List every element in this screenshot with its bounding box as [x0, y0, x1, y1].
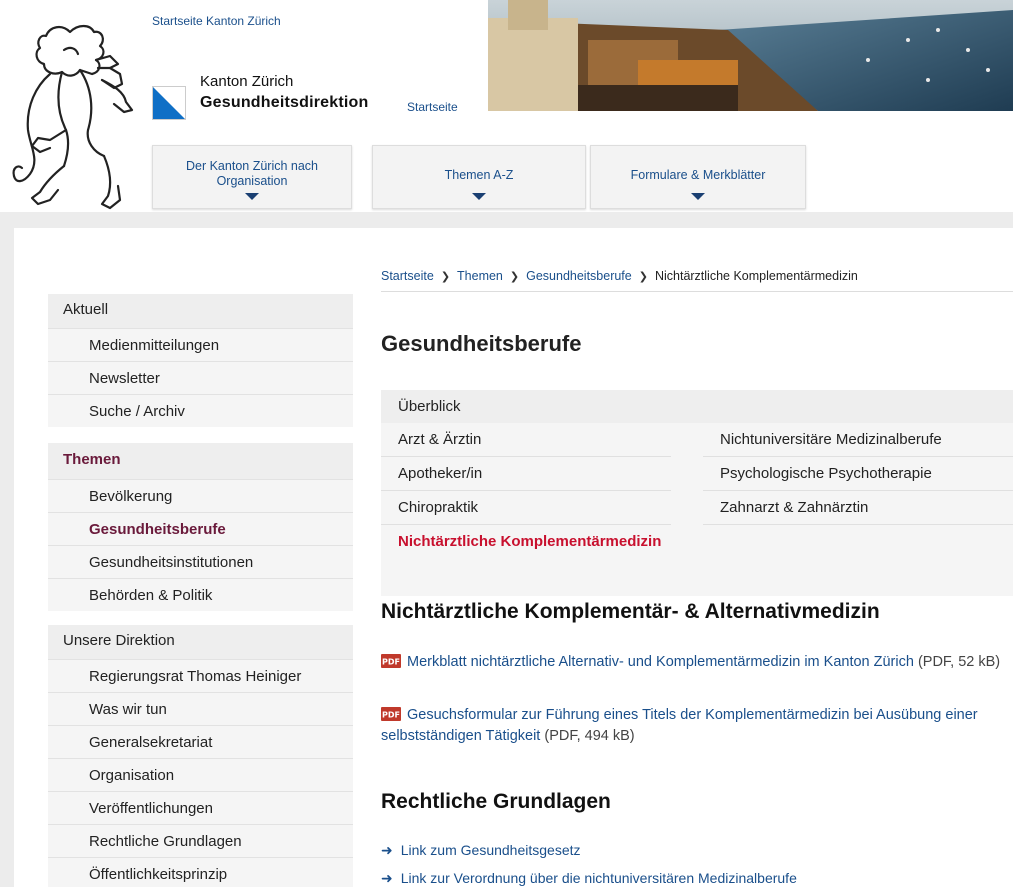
document-link-merkblatt: PDF Merkblatt nichtärztliche Alternativ-…	[381, 652, 1006, 673]
topnav-organisation-label: Der Kanton Zürich nach Organisation	[185, 159, 318, 188]
subnav-item-komplementaermedizin[interactable]: Nichtärztliche Komplementärmedizin	[381, 525, 671, 559]
link-gesundheitsgesetz[interactable]: ➜ Link zum Gesundheitsgesetz	[381, 842, 581, 859]
subnav-ueberblick[interactable]: Überblick	[381, 390, 1013, 423]
sidebar-group-themen: Themen Bevölkerung Gesundheitsberufe Ges…	[48, 443, 353, 611]
triangle-down-icon	[691, 193, 705, 200]
document-link-merkblatt-text[interactable]: Merkblatt nichtärztliche Alternativ- und…	[407, 654, 914, 670]
sidebar-item-medienmitteilungen[interactable]: Medienmitteilungen	[48, 328, 353, 361]
sidebar-head-aktuell[interactable]: Aktuell	[48, 294, 353, 328]
breadcrumb-chevron-icon: ❯	[440, 271, 451, 283]
breadcrumb-chevron-icon: ❯	[638, 271, 648, 283]
triangle-down-icon	[472, 193, 486, 200]
header-banner-image	[488, 0, 1013, 111]
sidebar-item-organisation[interactable]: Organisation	[48, 758, 353, 791]
sidebar-item-generalsekretariat[interactable]: Generalsekretariat	[48, 725, 353, 758]
home-link-kanton[interactable]: Startseite Kanton Zürich	[152, 14, 281, 28]
sidebar-item-behoerden-politik[interactable]: Behörden & Politik	[48, 578, 353, 611]
document-link-gesuchsformular-text[interactable]: Gesuchsformular zur Führung eines Titels…	[381, 707, 978, 744]
breadcrumb-current: Nichtärztliche Komplementärmedizin	[654, 269, 858, 283]
subnav-item-zahnarzt[interactable]: Zahnarzt & Zahnärztin	[703, 491, 1013, 525]
breadcrumb-themen[interactable]: Themen	[457, 269, 503, 283]
topnav-themen-label: Themen A-Z	[444, 168, 514, 182]
sidebar-group-aktuell: Aktuell Medienmitteilungen Newsletter Su…	[48, 294, 353, 427]
sidebar-item-bevoelkerung[interactable]: Bevölkerung	[48, 479, 353, 512]
subnav: Überblick Arzt & Ärztin Apotheker/in Chi…	[381, 390, 1013, 596]
breadcrumb-gesundheitsberufe[interactable]: Gesundheitsberufe	[526, 269, 632, 283]
topnav-organisation[interactable]: Der Kanton Zürich nach Organisation	[152, 145, 352, 209]
arrow-right-icon: ➜	[381, 870, 393, 886]
arrow-right-icon: ➜	[381, 842, 393, 858]
topnav-formulare-label: Formulare & Merkblätter	[630, 168, 766, 182]
content-frame-left	[0, 212, 14, 887]
sidebar-item-rechtliche-grundlagen[interactable]: Rechtliche Grundlagen	[48, 824, 353, 857]
triangle-down-icon	[245, 193, 259, 200]
sidebar-group-direktion: Unsere Direktion Regierungsrat Thomas He…	[48, 625, 353, 887]
subnav-item-arzt[interactable]: Arzt & Ärztin	[381, 423, 671, 457]
content-frame-top	[0, 212, 1013, 228]
section-title-komplementaermedizin: Nichtärztliche Komplementär- & Alternati…	[381, 600, 880, 623]
subnav-item-apotheker[interactable]: Apotheker/in	[381, 457, 671, 491]
svg-text:PDF: PDF	[382, 711, 400, 720]
subnav-item-nichtuniversitaere[interactable]: Nichtuniversitäre Medizinalberufe	[703, 423, 1013, 457]
subnav-body: Arzt & Ärztin Apotheker/in Chiropraktik …	[381, 423, 1013, 596]
topnav-themen[interactable]: Themen A-Z	[372, 145, 586, 209]
sidebar-item-was-wir-tun[interactable]: Was wir tun	[48, 692, 353, 725]
directorate-name: Gesundheitsdirektion	[200, 94, 369, 111]
subnav-column-1: Arzt & Ärztin Apotheker/in Chiropraktik …	[381, 423, 671, 559]
zurich-flag-icon	[152, 86, 186, 120]
sidebar-item-newsletter[interactable]: Newsletter	[48, 361, 353, 394]
page-title: Gesundheitsberufe	[381, 331, 582, 356]
pdf-icon: PDF	[381, 654, 401, 668]
sidebar-head-themen[interactable]: Themen	[48, 443, 353, 479]
sidebar-head-direktion[interactable]: Unsere Direktion	[48, 625, 353, 659]
document-meta: (PDF, 494 kB)	[544, 728, 635, 744]
sidebar-item-gesundheitsinstitutionen[interactable]: Gesundheitsinstitutionen	[48, 545, 353, 578]
topnav-formulare[interactable]: Formulare & Merkblätter	[590, 145, 806, 209]
svg-text:PDF: PDF	[382, 658, 400, 667]
zurich-lion-logo[interactable]	[10, 14, 138, 214]
pdf-icon: PDF	[381, 707, 401, 721]
sidebar-item-veroeffentlichungen[interactable]: Veröffentlichungen	[48, 791, 353, 824]
canton-name: Kanton Zürich	[200, 73, 294, 90]
sidebar-item-gesundheitsberufe[interactable]: Gesundheitsberufe	[48, 512, 353, 545]
breadcrumb-chevron-icon: ❯	[509, 271, 520, 283]
link-verordnung[interactable]: ➜ Link zur Verordnung über die nichtunive…	[381, 870, 797, 887]
link-verordnung-label: Link zur Verordnung über die nichtuniver…	[400, 870, 797, 886]
breadcrumb-divider	[381, 291, 1013, 292]
directorate-home-link[interactable]: Startseite	[407, 100, 458, 114]
sidebar-item-oeffentlichkeitsprinzip[interactable]: Öffentlichkeitsprinzip	[48, 857, 353, 887]
breadcrumb-startseite[interactable]: Startseite	[381, 269, 434, 283]
breadcrumb: Startseite ❯ Themen ❯ Gesundheitsberufe ❯ Nich…	[381, 269, 858, 283]
subnav-column-2: Nichtuniversitäre Medizinalberufe Psycho…	[703, 423, 1013, 525]
document-meta: (PDF, 52 kB)	[917, 654, 1001, 670]
subnav-item-psychotherapie[interactable]: Psychologische Psychotherapie	[703, 457, 1013, 491]
section-title-rechtliche-grundlagen: Rechtliche Grundlagen	[381, 790, 611, 813]
sidebar-item-regierungsrat[interactable]: Regierungsrat Thomas Heiniger	[48, 659, 353, 692]
subnav-item-chiropraktik[interactable]: Chiropraktik	[381, 491, 671, 525]
link-gesundheitsgesetz-label: Link zum Gesundheitsgesetz	[400, 842, 581, 858]
sidebar-item-suche-archiv[interactable]: Suche / Archiv	[48, 394, 353, 427]
document-link-gesuchsformular: PDF Gesuchsformular zur Führung eines Ti…	[381, 705, 1006, 747]
